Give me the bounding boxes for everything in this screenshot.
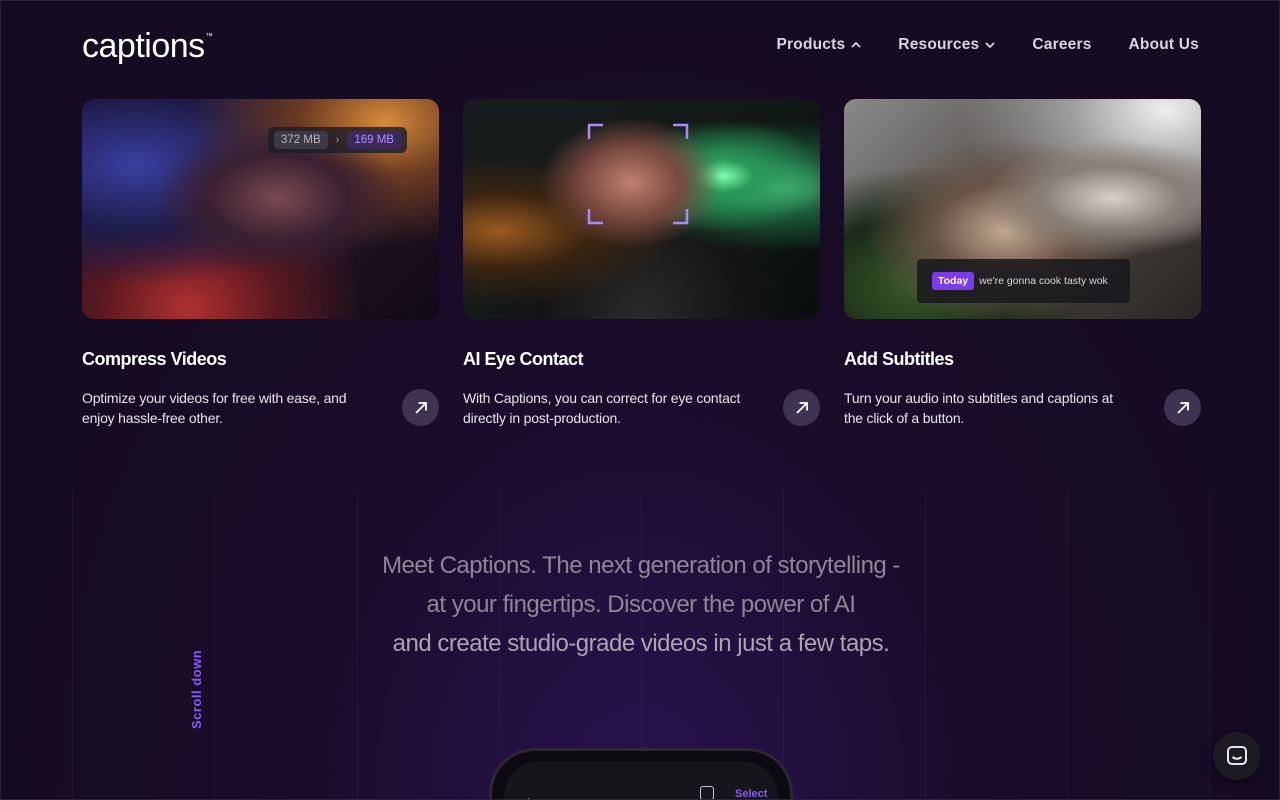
old-size: 372 MB bbox=[274, 131, 328, 149]
chat-icon bbox=[1227, 746, 1247, 765]
chevron-up-icon bbox=[851, 41, 861, 48]
subtitle-text: we're gonna cook tasty wok bbox=[979, 275, 1108, 287]
add-subtitles-image[interactable]: Today we're gonna cook tasty wok bbox=[844, 99, 1201, 319]
new-size: 169 MB bbox=[347, 131, 401, 149]
card-compress-videos: 372 MB › 169 MB Compress Videos Optimize… bbox=[82, 99, 439, 428]
card-description: Optimize your videos for free with ease,… bbox=[82, 390, 347, 426]
logo-text: captions bbox=[82, 27, 205, 65]
nav-products-label: Products bbox=[776, 36, 846, 53]
trademark: ™ bbox=[205, 33, 213, 40]
phone-screen: ← Select bbox=[504, 761, 778, 800]
nav-resources-label: Resources bbox=[898, 36, 980, 53]
card-title: Add Subtitles bbox=[844, 349, 954, 369]
arrow-up-right-icon bbox=[795, 401, 808, 414]
ai-eye-contact-link-button[interactable] bbox=[783, 389, 820, 426]
subtitle-highlight: Today bbox=[932, 272, 975, 290]
card-description: With Captions, you can correct for eye c… bbox=[463, 390, 741, 426]
ai-eye-contact-image[interactable] bbox=[463, 99, 820, 319]
scroll-down-hint[interactable]: Scroll down bbox=[189, 650, 204, 729]
subtitle-overlay: Today we're gonna cook tasty wok bbox=[917, 259, 1130, 303]
captions-logo[interactable]: captions™ bbox=[82, 27, 213, 66]
nav-careers[interactable]: Careers bbox=[1032, 36, 1091, 54]
nav-careers-label: Careers bbox=[1032, 36, 1092, 53]
compress-videos-link-button[interactable] bbox=[402, 389, 439, 426]
back-arrow-icon: ← bbox=[524, 789, 538, 800]
nav-about-label: About Us bbox=[1128, 36, 1199, 53]
top-nav: Products Resources Careers About Us bbox=[777, 36, 1199, 54]
card-description: Turn your audio into subtitles and capti… bbox=[844, 390, 1113, 426]
arrow-up-right-icon bbox=[414, 401, 427, 414]
add-subtitles-link-button[interactable] bbox=[1164, 389, 1201, 426]
phone-mockup: ← Select bbox=[489, 748, 793, 800]
chevron-down-icon bbox=[985, 42, 996, 49]
feature-cards: 372 MB › 169 MB Compress Videos Optimize… bbox=[82, 99, 1201, 428]
page: captions™ Products Resources Careers Abo… bbox=[0, 0, 1280, 800]
hero-line: Meet Captions. The next generation of st… bbox=[382, 552, 900, 579]
hero-line: at your fingertips. Discover the power o… bbox=[426, 591, 856, 618]
card-ai-eye-contact: AI Eye Contact With Captions, you can co… bbox=[463, 99, 820, 428]
chat-support-button[interactable] bbox=[1213, 732, 1261, 780]
file-size-badge: 372 MB › 169 MB bbox=[268, 127, 407, 153]
nav-about-us[interactable]: About Us bbox=[1129, 36, 1199, 54]
size-separator: › bbox=[335, 134, 340, 146]
captions-toggle-icon bbox=[700, 786, 714, 799]
nav-resources[interactable]: Resources bbox=[898, 36, 996, 54]
compress-videos-image[interactable]: 372 MB › 169 MB bbox=[82, 99, 439, 319]
card-title: AI Eye Contact bbox=[463, 349, 584, 369]
arrow-up-right-icon bbox=[1176, 401, 1189, 414]
card-title: Compress Videos bbox=[82, 349, 227, 369]
phone-select-label: Select bbox=[735, 788, 768, 800]
hero-text: Meet Captions. The next generation of st… bbox=[1, 546, 1279, 663]
face-focus-frame-icon bbox=[587, 123, 689, 225]
card-add-subtitles: Today we're gonna cook tasty wok Add Sub… bbox=[844, 99, 1201, 428]
nav-products[interactable]: Products bbox=[777, 36, 862, 54]
